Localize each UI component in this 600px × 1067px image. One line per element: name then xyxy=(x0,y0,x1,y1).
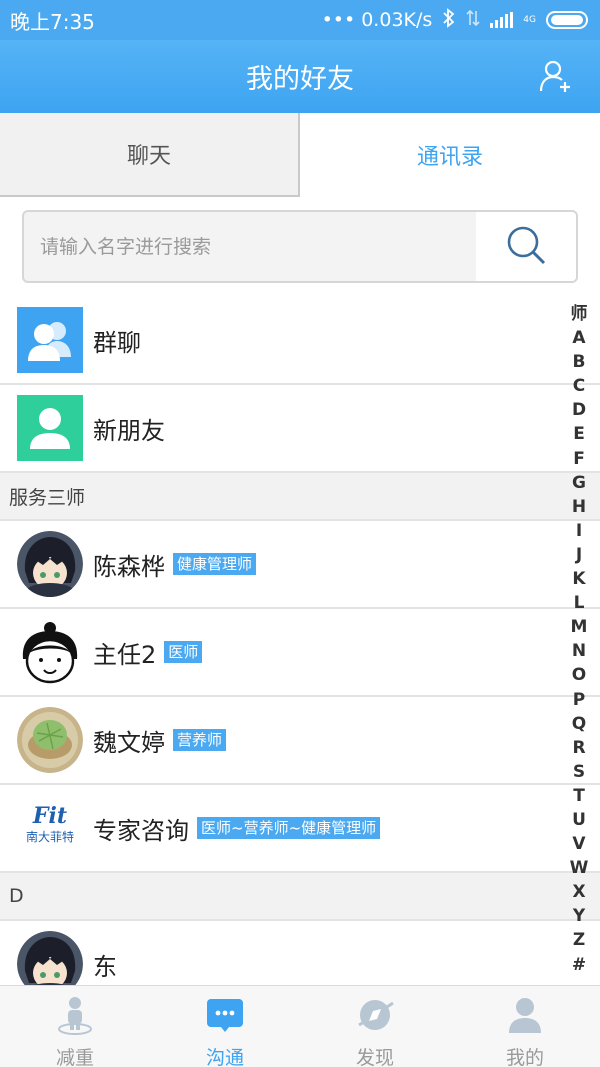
contact-list: 群聊 新朋友 服务三师 陈森桦 健康管理师 主任2 医师 魏文婷 营养师 Fit… xyxy=(0,297,600,1009)
nav-label: 减重 xyxy=(55,1047,94,1067)
index-letter[interactable]: B xyxy=(573,350,586,374)
role-badge: 医师~营养师~健康管理师 xyxy=(197,817,381,839)
person-icon xyxy=(17,395,83,461)
index-letter[interactable]: W xyxy=(570,856,589,880)
role-badge: 营养师 xyxy=(173,729,227,751)
list-item-new-friends[interactable]: 新朋友 xyxy=(0,385,600,473)
index-letter[interactable]: K xyxy=(572,567,585,591)
bluetooth-icon xyxy=(442,7,456,33)
group-icon xyxy=(17,307,83,373)
index-letter[interactable]: D xyxy=(572,398,586,422)
network-type: 4G xyxy=(523,15,536,25)
battery-icon xyxy=(546,11,588,29)
nav-label: 我的 xyxy=(505,1047,544,1067)
nav-label: 发现 xyxy=(355,1047,394,1067)
index-letter[interactable]: Y xyxy=(573,904,585,928)
index-letter[interactable]: M xyxy=(571,615,588,639)
status-bar: 晚上7:35 ••• 0.03K/s 4G xyxy=(0,0,600,40)
page-title: 我的好友 xyxy=(246,64,354,95)
cartoon-face-avatar xyxy=(17,619,83,685)
contact-row[interactable]: 陈森桦 健康管理师 xyxy=(0,521,600,609)
index-letter[interactable]: # xyxy=(572,953,586,977)
index-letter[interactable]: R xyxy=(572,736,585,760)
logo-avatar: Fit 南大菲特 xyxy=(17,795,83,861)
index-letter[interactable]: C xyxy=(573,374,585,398)
status-icons: ••• 0.03K/s 4G xyxy=(321,7,588,33)
tab-chat[interactable]: 聊天 xyxy=(0,113,300,197)
network-speed: ••• 0.03K/s xyxy=(321,9,433,31)
index-letter[interactable]: U xyxy=(572,808,586,832)
tab-contacts[interactable]: 通讯录 xyxy=(300,113,600,197)
svg-text:Fit: Fit xyxy=(32,803,67,829)
bottom-nav: 减重 沟通 发现 我的 xyxy=(0,985,600,1067)
nav-communicate[interactable]: 沟通 xyxy=(150,986,300,1067)
compass-icon xyxy=(355,995,395,1039)
contact-row[interactable]: 魏文婷 营养师 xyxy=(0,697,600,785)
add-friend-icon[interactable] xyxy=(538,58,574,94)
index-letter[interactable]: L xyxy=(574,591,585,615)
list-item-label: 群聊 xyxy=(93,328,141,357)
index-letter[interactable]: V xyxy=(572,832,585,856)
header: 我的好友 xyxy=(0,40,600,113)
chat-bubble-icon xyxy=(205,995,245,1039)
nav-discover[interactable]: 发现 xyxy=(300,986,450,1067)
alphabet-index[interactable]: 师 A B C D E F G H I J K L M N O P Q R S … xyxy=(568,302,590,977)
index-letter[interactable]: G xyxy=(572,471,586,495)
index-letter[interactable]: S xyxy=(573,760,585,784)
food-photo-avatar xyxy=(17,707,83,773)
contact-name: 专家咨询 xyxy=(93,816,189,845)
nav-weight-loss[interactable]: 减重 xyxy=(0,986,150,1067)
section-header: 服务三师 xyxy=(0,473,600,521)
data-transfer-icon xyxy=(466,9,480,32)
index-letter[interactable]: X xyxy=(572,880,585,904)
index-letter[interactable]: H xyxy=(572,495,586,519)
index-letter[interactable]: Q xyxy=(572,712,586,736)
contact-row[interactable]: 主任2 医师 xyxy=(0,609,600,697)
contact-name: 魏文婷 xyxy=(93,728,165,757)
index-letter[interactable]: A xyxy=(572,326,585,350)
index-letter[interactable]: P xyxy=(573,688,585,712)
index-letter[interactable]: I xyxy=(576,519,582,543)
section-header: D xyxy=(0,873,600,921)
contact-name: 主任2 xyxy=(93,640,157,669)
list-item-group-chat[interactable]: 群聊 xyxy=(0,297,600,385)
nav-label: 沟通 xyxy=(205,1047,244,1067)
tab-bar: 聊天 通讯录 xyxy=(0,113,600,197)
weight-person-icon xyxy=(55,995,95,1039)
search-input[interactable] xyxy=(24,212,476,281)
svg-text:南大菲特: 南大菲特 xyxy=(26,829,74,844)
index-letter[interactable]: F xyxy=(573,447,585,471)
anime-avatar xyxy=(17,531,83,597)
profile-icon xyxy=(505,995,545,1039)
signal-icon xyxy=(490,12,514,28)
search-icon xyxy=(505,224,547,270)
index-letter[interactable]: T xyxy=(573,784,585,808)
role-badge: 健康管理师 xyxy=(173,553,257,575)
index-letter[interactable]: Z xyxy=(573,928,585,952)
index-letter[interactable]: E xyxy=(573,422,585,446)
contact-row[interactable]: Fit 南大菲特 专家咨询 医师~营养师~健康管理师 xyxy=(0,785,600,873)
search-button[interactable] xyxy=(476,212,576,281)
list-item-label: 新朋友 xyxy=(93,416,165,445)
index-letter[interactable]: O xyxy=(572,663,586,687)
contact-name: 东 xyxy=(93,952,117,981)
role-badge: 医师 xyxy=(164,641,203,663)
index-letter[interactable]: J xyxy=(576,543,582,567)
search-box xyxy=(22,210,578,283)
index-letter[interactable]: N xyxy=(572,639,586,663)
nav-mine[interactable]: 我的 xyxy=(450,986,600,1067)
status-time: 晚上7:35 xyxy=(10,9,95,34)
index-letter[interactable]: 师 xyxy=(571,302,588,326)
contact-name: 陈森桦 xyxy=(93,552,165,581)
